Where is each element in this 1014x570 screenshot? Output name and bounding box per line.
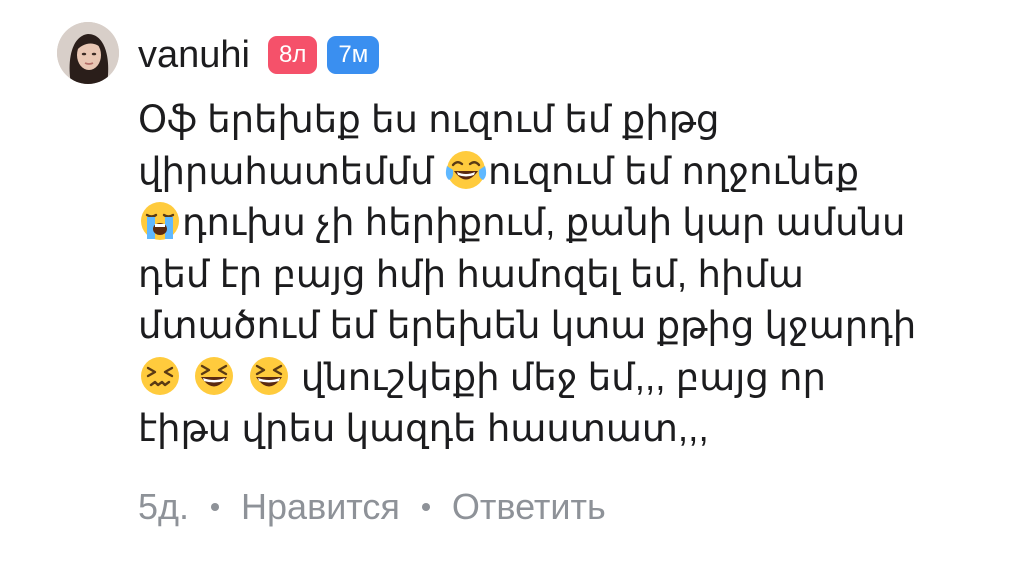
avatar[interactable] xyxy=(57,22,119,84)
grinning-squinting-emoji-icon xyxy=(247,354,291,398)
avatar-image xyxy=(57,22,119,84)
separator-dot xyxy=(421,503,430,511)
comment-header: vanuhi 8л 7м xyxy=(138,30,389,80)
like-button[interactable]: Нравится xyxy=(241,486,400,528)
grinning-squinting-emoji-icon xyxy=(192,354,236,398)
comment-line: վնուշկեքի մեջ եմ,,, բայց որ xyxy=(138,352,998,404)
comment: vanuhi 8л 7м Օֆ երեխեք ես ուզում եմ քիթց… xyxy=(0,0,1014,570)
badge-tenure: 8л xyxy=(267,36,318,74)
comment-line: Օֆ երեխեք ես ուզում եմ քիթց xyxy=(138,99,720,140)
confounded-emoji-icon xyxy=(138,354,182,398)
reply-button[interactable]: Ответить xyxy=(452,486,606,528)
badge-level: 7м xyxy=(327,36,380,74)
loudly-crying-emoji-icon xyxy=(138,199,182,243)
comment-timestamp: 5д. xyxy=(138,486,190,527)
comment-line: դուխս չի հերիքում, քանի կար ամսնս xyxy=(138,197,998,249)
username[interactable]: vanuhi xyxy=(138,30,250,80)
comment-text: Օֆ երեխեք ես ուզում եմ քիթց վիրահատեմմմ … xyxy=(138,94,998,455)
comment-line: վիրահատեմմմ ուզում եմ ողջունեք xyxy=(138,146,998,198)
tears-of-joy-emoji-icon xyxy=(444,148,488,192)
comment-line: մտածում եմ երեխեն կտա քթից կջարդի xyxy=(138,305,917,346)
comment-footer: 5д. Нравится Ответить xyxy=(138,484,606,530)
comment-line: դեմ էր բայց հմի համոզել եմ, հիմա xyxy=(138,253,804,295)
comment-line: էիթս վրես կազդե հաստատ,,, xyxy=(138,408,709,449)
separator-dot xyxy=(211,503,220,511)
